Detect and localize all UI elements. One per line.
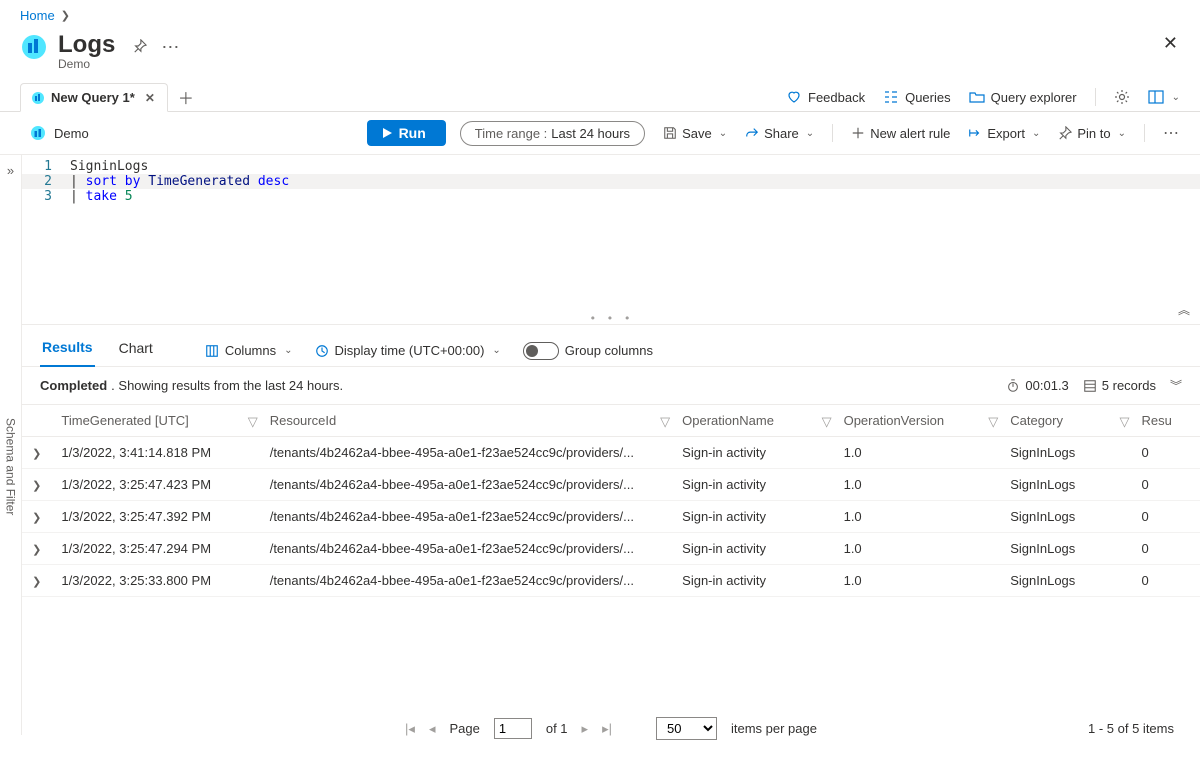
tab-new-query[interactable]: New Query 1* ✕ xyxy=(20,83,168,112)
sidebar-label: Schema and Filter xyxy=(4,418,18,515)
columns-icon xyxy=(205,344,219,358)
col-timegenerated[interactable]: TimeGenerated [UTC]▽ xyxy=(57,405,265,437)
plus-icon xyxy=(851,126,865,140)
save-button[interactable]: Save⌄ xyxy=(663,126,727,141)
tab-label: New Query 1* xyxy=(51,90,135,105)
page-header: Logs Demo ⋯ ✕ xyxy=(0,27,1200,83)
timerange-selector[interactable]: Time range : Last 24 hours xyxy=(460,121,645,146)
col-overflow[interactable]: Resu xyxy=(1137,405,1200,437)
expand-row-icon[interactable]: ❯ xyxy=(32,544,41,556)
pager: |◂ ◂ Page of 1 ▸ ▸| 50 items per page 1 … xyxy=(22,707,1200,750)
expand-row-icon[interactable]: ❯ xyxy=(32,576,41,588)
pager-summary: 1 - 5 of 5 items xyxy=(1088,721,1174,736)
filter-icon[interactable]: ▽ xyxy=(1119,414,1129,430)
table-row[interactable]: ❯1/3/2022, 3:25:47.392 PM/tenants/4b2462… xyxy=(22,501,1200,533)
logs-small-icon xyxy=(30,125,46,141)
query-explorer-button[interactable]: Query explorer xyxy=(969,89,1077,105)
chevron-right-icon: ❯ xyxy=(61,9,70,22)
schema-sidebar-rail: » Schema and Filter xyxy=(0,155,22,735)
heart-icon xyxy=(786,89,802,105)
tab-chart[interactable]: Chart xyxy=(117,336,155,366)
scope-selector[interactable]: Demo xyxy=(30,125,89,141)
filter-icon[interactable]: ▽ xyxy=(822,414,832,430)
breadcrumb: Home ❯ xyxy=(0,0,1200,27)
list-icon xyxy=(883,89,899,105)
grid-header-row: TimeGenerated [UTC]▽ ResourceId▽ Operati… xyxy=(22,405,1200,437)
logs-icon xyxy=(20,33,48,61)
col-operationname[interactable]: OperationName▽ xyxy=(678,405,839,437)
table-row[interactable]: ❯1/3/2022, 3:25:47.423 PM/tenants/4b2462… xyxy=(22,469,1200,501)
share-button[interactable]: Share⌄ xyxy=(745,126,814,141)
chevron-down-icon: ⌄ xyxy=(1172,92,1180,103)
col-resourceid[interactable]: ResourceId▽ xyxy=(266,405,678,437)
pager-next-icon[interactable]: ▸ xyxy=(582,721,589,737)
pin-icon[interactable] xyxy=(133,39,147,53)
filter-icon[interactable]: ▽ xyxy=(248,414,258,430)
col-category[interactable]: Category▽ xyxy=(1006,405,1137,437)
panel-icon xyxy=(1148,89,1164,105)
tab-close-icon[interactable]: ✕ xyxy=(145,91,155,105)
table-row[interactable]: ❯1/3/2022, 3:25:33.800 PM/tenants/4b2462… xyxy=(22,565,1200,597)
page-subtitle: Demo xyxy=(58,57,115,71)
export-icon xyxy=(968,126,982,140)
results-toolbar: Results Chart Columns⌄ Display time (UTC… xyxy=(22,325,1200,367)
run-button[interactable]: Run xyxy=(367,120,446,146)
clock-icon xyxy=(315,344,329,358)
pager-prev-icon[interactable]: ◂ xyxy=(429,721,436,737)
more-icon[interactable]: ⋯ xyxy=(161,37,180,58)
save-icon xyxy=(663,126,677,140)
more-actions-icon[interactable]: ⋯ xyxy=(1163,123,1180,143)
expand-row-icon[interactable]: ❯ xyxy=(32,512,41,524)
feedback-button[interactable]: Feedback xyxy=(786,89,865,105)
table-row[interactable]: ❯1/3/2022, 3:41:14.818 PM/tenants/4b2462… xyxy=(22,437,1200,469)
breadcrumb-home[interactable]: Home xyxy=(20,8,55,23)
collapse-editor-icon[interactable]: ︽ xyxy=(1178,301,1190,318)
stopwatch-icon xyxy=(1006,379,1020,393)
logs-small-icon xyxy=(31,91,45,105)
col-operationversion[interactable]: OperationVersion▽ xyxy=(840,405,1007,437)
play-icon xyxy=(381,127,393,139)
pager-page-input[interactable] xyxy=(494,718,532,739)
expand-row-icon[interactable]: ❯ xyxy=(32,480,41,492)
results-grid: TimeGenerated [UTC]▽ ResourceId▽ Operati… xyxy=(22,404,1200,597)
filter-icon[interactable]: ▽ xyxy=(988,414,998,430)
toggle-icon xyxy=(523,342,559,360)
folder-icon xyxy=(969,89,985,105)
query-toolbar: Demo Run Time range : Last 24 hours Save… xyxy=(0,112,1200,155)
resize-grip-icon[interactable]: • • • xyxy=(589,312,632,325)
pager-last-icon[interactable]: ▸| xyxy=(602,721,612,737)
close-icon[interactable]: ✕ xyxy=(1163,33,1178,54)
export-button[interactable]: Export⌄ xyxy=(968,126,1040,141)
records-icon xyxy=(1083,379,1097,393)
queries-button[interactable]: Queries xyxy=(883,89,951,105)
display-time-button[interactable]: Display time (UTC+00:00)⌄ xyxy=(315,343,501,358)
pager-first-icon[interactable]: |◂ xyxy=(405,721,415,737)
tab-results[interactable]: Results xyxy=(40,335,95,367)
share-icon xyxy=(745,126,759,140)
pager-pagesize-select[interactable]: 50 xyxy=(656,717,717,740)
settings-icon[interactable] xyxy=(1114,89,1130,105)
query-tabs: New Query 1* ✕ ＋ Feedback Queries Query … xyxy=(0,83,1200,112)
pin-icon xyxy=(1058,126,1072,140)
group-columns-toggle[interactable]: Group columns xyxy=(523,342,653,360)
panel-layout-button[interactable]: ⌄ xyxy=(1148,89,1180,105)
new-alert-button[interactable]: New alert rule xyxy=(851,126,950,141)
status-line: Completed . Showing results from the las… xyxy=(22,367,1200,404)
add-tab-icon[interactable]: ＋ xyxy=(178,85,194,109)
record-count: 5 records xyxy=(1083,378,1156,393)
query-editor[interactable]: 1SigninLogs 2| sort by TimeGenerated des… xyxy=(22,155,1200,325)
filter-icon[interactable]: ▽ xyxy=(660,414,670,430)
expand-sidebar-icon[interactable]: » xyxy=(7,163,14,178)
page-title: Logs xyxy=(58,31,115,59)
columns-button[interactable]: Columns⌄ xyxy=(205,343,293,358)
elapsed-time: 00:01.3 xyxy=(1006,378,1068,393)
expand-status-icon[interactable]: ︾ xyxy=(1170,377,1182,394)
table-row[interactable]: ❯1/3/2022, 3:25:47.294 PM/tenants/4b2462… xyxy=(22,533,1200,565)
expand-row-icon[interactable]: ❯ xyxy=(32,448,41,460)
pin-to-button[interactable]: Pin to⌄ xyxy=(1058,126,1126,141)
